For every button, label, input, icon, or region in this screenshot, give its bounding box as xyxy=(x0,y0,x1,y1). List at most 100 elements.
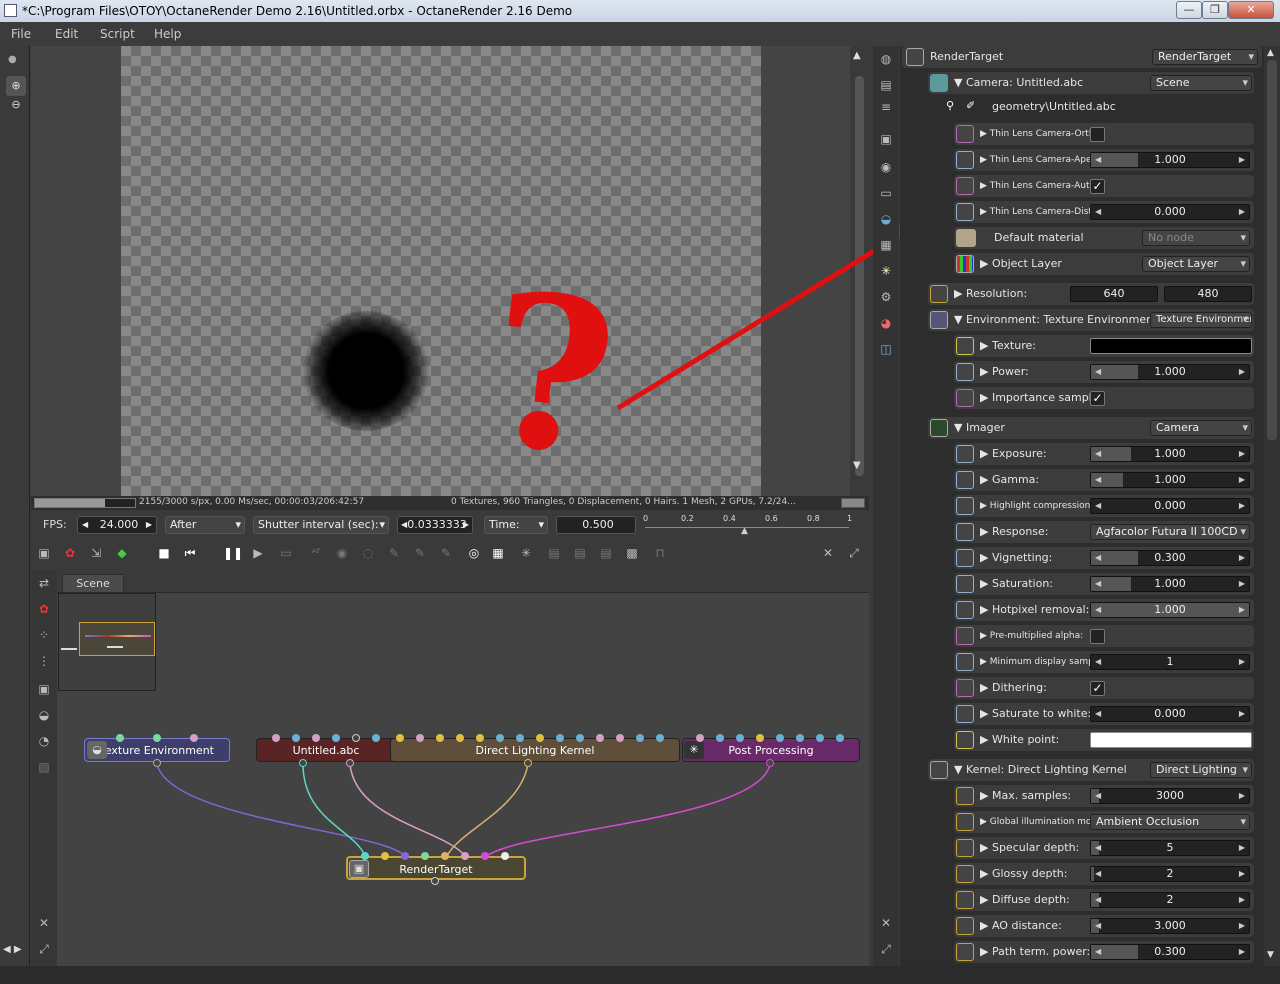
pin[interactable] xyxy=(396,734,404,742)
parameter-dropdown[interactable]: Ambient Occlusion xyxy=(1090,814,1250,830)
image-icon[interactable]: ▣ xyxy=(877,130,895,148)
pin[interactable] xyxy=(596,734,604,742)
rendertarget-pin[interactable] xyxy=(461,852,469,860)
environment-dropdown[interactable]: Texture Environment xyxy=(1150,312,1252,328)
resolution-label[interactable]: ▶ Resolution: xyxy=(954,287,1027,300)
parameter-slider[interactable]: ◀ 5 ▶ xyxy=(1090,840,1250,856)
inspector-scroll-up-icon[interactable]: ▲ xyxy=(1267,48,1274,58)
panel-fullscreen-icon[interactable]: ⤢ xyxy=(877,940,895,958)
environment-icon[interactable]: ◒ xyxy=(877,210,895,228)
inspector-scroll-down-icon[interactable]: ▼ xyxy=(1267,950,1274,960)
inspector-scrollbar[interactable]: ▲ ▼ xyxy=(1264,46,1280,966)
pin[interactable] xyxy=(736,734,744,742)
kernel-label[interactable]: ▼ Kernel: Direct Lighting Kernel xyxy=(954,763,1127,776)
parameter-slider[interactable]: ◀ 0.000 ▶ xyxy=(1090,204,1250,220)
rendertarget-dropdown[interactable]: RenderTarget xyxy=(1152,49,1258,65)
geometry-wrench-icon[interactable]: ✐ xyxy=(966,99,975,112)
rendertarget-pin[interactable] xyxy=(421,852,429,860)
parameter-checkbox[interactable]: ✓ xyxy=(1090,681,1105,696)
pin[interactable] xyxy=(556,734,564,742)
pin[interactable] xyxy=(696,734,704,742)
parameter-label[interactable]: ▶ Dithering: xyxy=(980,681,1090,694)
parameter-slider[interactable]: ◀ 0.000 ▶ xyxy=(1090,706,1250,722)
camera-icon[interactable]: ◉ xyxy=(877,158,895,176)
pin[interactable] xyxy=(756,734,764,742)
parameter-label[interactable]: ▶ Global illumination mode: xyxy=(980,817,1090,827)
rendertarget-output-pin[interactable] xyxy=(431,877,439,885)
pin[interactable] xyxy=(776,734,784,742)
parameter-label[interactable]: ▶ Power: xyxy=(980,365,1090,378)
object-layer-dropdown[interactable]: Object Layer xyxy=(1142,256,1250,272)
parameter-label[interactable]: ▶ Specular depth: xyxy=(980,841,1090,854)
pin[interactable] xyxy=(836,734,844,742)
parameter-slider[interactable]: ◀ 2 ▶ xyxy=(1090,892,1250,908)
parameter-label[interactable]: ▶ Hotpixel removal: xyxy=(980,603,1090,616)
parameter-label[interactable]: ▶ Gamma: xyxy=(980,473,1090,486)
object-layer-label[interactable]: ▶ Object Layer xyxy=(980,257,1062,270)
pin[interactable] xyxy=(372,734,380,742)
camera-dropdown[interactable]: Scene xyxy=(1150,75,1252,91)
imager-icon[interactable]: ▦ xyxy=(877,236,895,254)
parameter-label[interactable]: ▶ Thin Lens Camera-Disto... xyxy=(980,207,1090,217)
pin[interactable] xyxy=(116,734,124,742)
layers-icon[interactable]: ▤ xyxy=(877,76,895,94)
pin[interactable] xyxy=(456,734,464,742)
output-pin[interactable] xyxy=(524,759,532,767)
parameter-slider[interactable]: ◀ 1.000 ▶ xyxy=(1090,472,1250,488)
rendertarget-pin[interactable] xyxy=(361,852,369,860)
imager-dropdown[interactable]: Camera xyxy=(1150,420,1252,436)
rendertarget-pin[interactable] xyxy=(381,852,389,860)
pin[interactable] xyxy=(496,734,504,742)
pin[interactable] xyxy=(272,734,280,742)
parameter-slider[interactable]: ◀ 0.000 ▶ xyxy=(1090,498,1250,514)
parameter-label[interactable]: ▶ Thin Lens Camera-Auto... xyxy=(980,181,1090,191)
render-settings-icon[interactable]: ◍ xyxy=(877,50,895,68)
parameter-label[interactable]: ▶ Vignetting: xyxy=(980,551,1090,564)
parameter-dropdown[interactable]: Agfacolor Futura II 100CD xyxy=(1090,524,1250,540)
parameter-label[interactable]: ▶ Pre-multiplied alpha: xyxy=(980,631,1090,641)
rendertarget-pin[interactable] xyxy=(401,852,409,860)
pin[interactable] xyxy=(816,734,824,742)
pin[interactable] xyxy=(352,734,360,742)
parameter-slider[interactable]: ◀ 3000 ▶ xyxy=(1090,788,1250,804)
monitor-icon[interactable]: ▭ xyxy=(877,184,895,202)
panel-wrench-icon[interactable]: ✕ xyxy=(877,914,895,932)
parameter-label[interactable]: ▶ Response: xyxy=(980,525,1090,538)
rendertarget-pin[interactable] xyxy=(441,852,449,860)
environment-label[interactable]: ▼ Environment: Texture Environment xyxy=(954,313,1157,326)
parameter-label[interactable]: ▶ AO distance: xyxy=(980,919,1090,932)
geometry-icon[interactable]: ◫ xyxy=(877,340,895,358)
parameter-label[interactable]: ▶ Thin Lens Camera-Orth... xyxy=(980,129,1090,139)
parameter-label[interactable]: ▶ Diffuse depth: xyxy=(980,893,1090,906)
material-icon[interactable]: ◕ xyxy=(877,314,895,332)
pin[interactable] xyxy=(616,734,624,742)
default-material-dropdown[interactable]: No node xyxy=(1142,230,1250,246)
parameter-slider[interactable]: ◀ 2 ▶ xyxy=(1090,866,1250,882)
parameter-label[interactable]: ▶ Thin Lens Camera-Aper... xyxy=(980,155,1090,165)
pin[interactable] xyxy=(516,734,524,742)
parameter-checkbox[interactable] xyxy=(1090,629,1105,644)
kernel-icon[interactable]: ⚙ xyxy=(877,288,895,306)
pin[interactable] xyxy=(656,734,664,742)
pin[interactable] xyxy=(153,734,161,742)
parameter-checkbox[interactable] xyxy=(1090,127,1105,142)
parameter-label[interactable]: ▶ Saturation: xyxy=(980,577,1090,590)
parameter-color-swatch[interactable] xyxy=(1090,732,1252,748)
output-pin[interactable] xyxy=(153,759,161,767)
output-pin[interactable] xyxy=(766,759,774,767)
pin[interactable] xyxy=(716,734,724,742)
parameter-label[interactable]: ▶ Max. samples: xyxy=(980,789,1090,802)
parameter-label[interactable]: ▶ Exposure: xyxy=(980,447,1090,460)
parameter-slider[interactable]: ◀ 1.000 ▶ xyxy=(1090,446,1250,462)
pin[interactable] xyxy=(436,734,444,742)
light-icon[interactable]: ✳ xyxy=(877,262,895,280)
pin[interactable] xyxy=(190,734,198,742)
parameter-slider[interactable]: ◀ 1.000 ▶ xyxy=(1090,364,1250,380)
parameter-slider[interactable]: ◀ 1 ▶ xyxy=(1090,654,1250,670)
pin[interactable] xyxy=(476,734,484,742)
node-direct-lighting-kernel[interactable]: Direct Lighting Kernel xyxy=(390,738,680,762)
parameter-label[interactable]: ▶ Importance sampling: xyxy=(980,391,1090,404)
pin[interactable] xyxy=(292,734,300,742)
parameter-slider[interactable]: ◀ 0.300 ▶ xyxy=(1090,550,1250,566)
parameter-label[interactable]: ▶ Path term. power: xyxy=(980,945,1090,958)
